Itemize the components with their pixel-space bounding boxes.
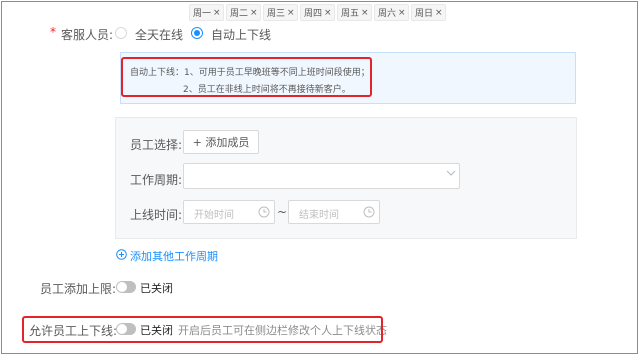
radio-auto-online[interactable] <box>191 27 203 39</box>
info-line-2: 2、员工在非线上时间将不再接待新客户。 <box>183 85 351 95</box>
work-period-select[interactable] <box>183 163 460 189</box>
end-time-placeholder: 结束时间 <box>299 210 339 221</box>
start-time-placeholder: 开始时间 <box>194 210 234 221</box>
close-icon[interactable]: × <box>398 8 406 18</box>
radio-auto-online-label[interactable]: 自动上下线 <box>211 26 271 43</box>
online-time-label: 上线时间: <box>130 208 183 222</box>
employee-limit-label: 员工添加上限: <box>40 282 117 296</box>
clock-icon <box>363 206 375 218</box>
chevron-down-icon[interactable] <box>446 168 456 178</box>
start-time-input[interactable]: 开始时间 <box>183 200 275 224</box>
close-icon[interactable]: × <box>213 8 221 18</box>
employee-select-label: 员工选择: <box>130 138 183 152</box>
day-tag: 周四 × <box>300 4 335 21</box>
required-mark: * <box>50 25 56 39</box>
day-tag: 周日 × <box>411 4 446 21</box>
clock-icon <box>258 206 270 218</box>
allow-online-hint: 开启后员工可在侧边栏修改个人上下线状态 <box>178 324 387 337</box>
add-work-period-link[interactable]: 添加其他工作周期 <box>130 248 218 264</box>
employee-limit-status: 已关闭 <box>140 282 173 295</box>
allow-online-status: 已关闭 <box>140 324 173 337</box>
customer-service-label: 客服人员: <box>61 28 114 42</box>
end-time-input[interactable]: 结束时间 <box>288 200 380 224</box>
work-period-label: 工作周期: <box>130 173 183 187</box>
close-icon[interactable]: × <box>435 8 443 18</box>
close-icon[interactable]: × <box>324 8 332 18</box>
day-tag: 周一 × <box>189 4 224 21</box>
day-tag: 周二 × <box>226 4 261 21</box>
info-box <box>120 52 576 104</box>
info-line-1: 自动上下线：1、可用于员工早晚班等不同上班时间段使用； <box>130 68 370 78</box>
close-icon[interactable]: × <box>287 8 295 18</box>
allow-online-switch[interactable] <box>116 323 136 335</box>
day-tag: 周五 × <box>337 4 372 21</box>
employee-limit-switch[interactable] <box>116 281 136 293</box>
add-member-button[interactable]: + 添加成员 <box>183 130 259 154</box>
time-range-separator: ~ <box>277 205 288 219</box>
close-icon[interactable]: × <box>250 8 258 18</box>
radio-all-day[interactable] <box>115 27 127 39</box>
plus-circle-icon[interactable] <box>116 249 127 260</box>
radio-all-day-label[interactable]: 全天在线 <box>135 26 183 43</box>
day-tag: 周三 × <box>263 4 298 21</box>
day-tag: 周六 × <box>374 4 409 21</box>
close-icon[interactable]: × <box>361 8 369 18</box>
allow-online-label: 允许员工上下线: <box>29 324 118 338</box>
